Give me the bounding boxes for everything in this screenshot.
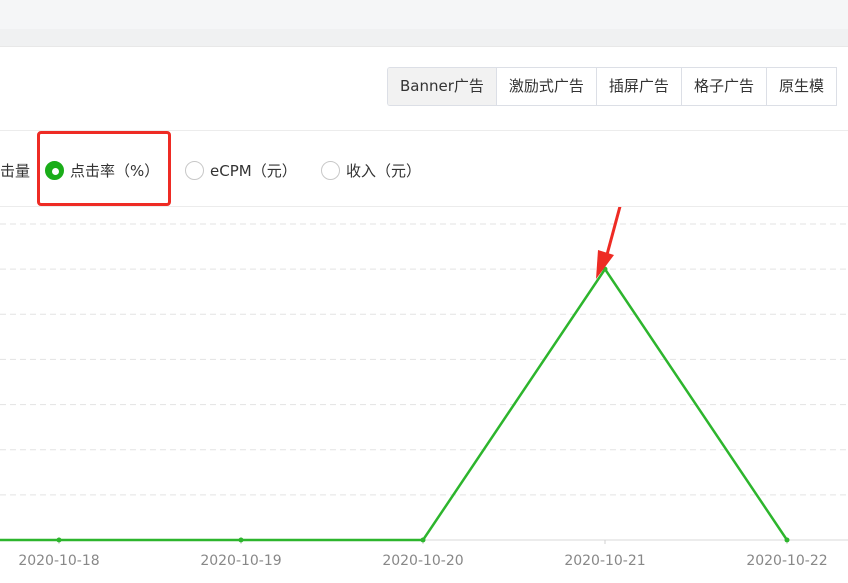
annotation-arrow-icon (596, 207, 622, 279)
x-tick-label: 2020-10-21 (564, 553, 645, 569)
tab-native[interactable]: 原生模 (766, 68, 837, 105)
radio-ecpm[interactable]: eCPM（元） (185, 158, 297, 182)
tab-banner[interactable]: Banner广告 (388, 68, 497, 105)
x-axis-labels: 2020-10-18 2020-10-19 2020-10-20 2020-10-21… (18, 553, 827, 569)
data-point[interactable] (238, 537, 244, 543)
radio-revenue[interactable]: 收入（元） (321, 158, 421, 182)
tab-grid[interactable]: 格子广告 (681, 68, 767, 105)
ad-type-tabs: Banner广告 激励式广告 插屏广告 格子广告 原生模 (387, 67, 837, 106)
radio-revenue-label: 收入（元） (346, 161, 422, 180)
line-chart: 2020-10-18 2020-10-19 2020-10-20 2020-10-21… (0, 207, 848, 569)
radio-unchecked-icon (185, 160, 204, 180)
x-tick-label: 2020-10-19 (200, 553, 281, 569)
tab-interstitial[interactable]: 插屏广告 (596, 68, 682, 105)
data-point[interactable] (420, 537, 426, 543)
radio-unchecked-icon (321, 160, 340, 180)
x-tick-label: 2020-10-20 (382, 553, 463, 569)
radio-ecpm-label: eCPM（元） (210, 161, 297, 180)
top-bar (0, 0, 848, 29)
tab-rewarded[interactable]: 激励式广告 (496, 68, 597, 105)
radio-clicks-label-partial[interactable]: 击量 (0, 160, 30, 181)
top-bar-secondary (0, 29, 848, 47)
chart-grid (0, 223, 848, 496)
annotation-highlight-box (37, 131, 171, 206)
data-point[interactable] (784, 537, 790, 543)
x-tick-label: 2020-10-18 (18, 553, 99, 569)
x-tick-label: 2020-10-22 (746, 553, 827, 569)
data-point[interactable] (56, 537, 62, 543)
